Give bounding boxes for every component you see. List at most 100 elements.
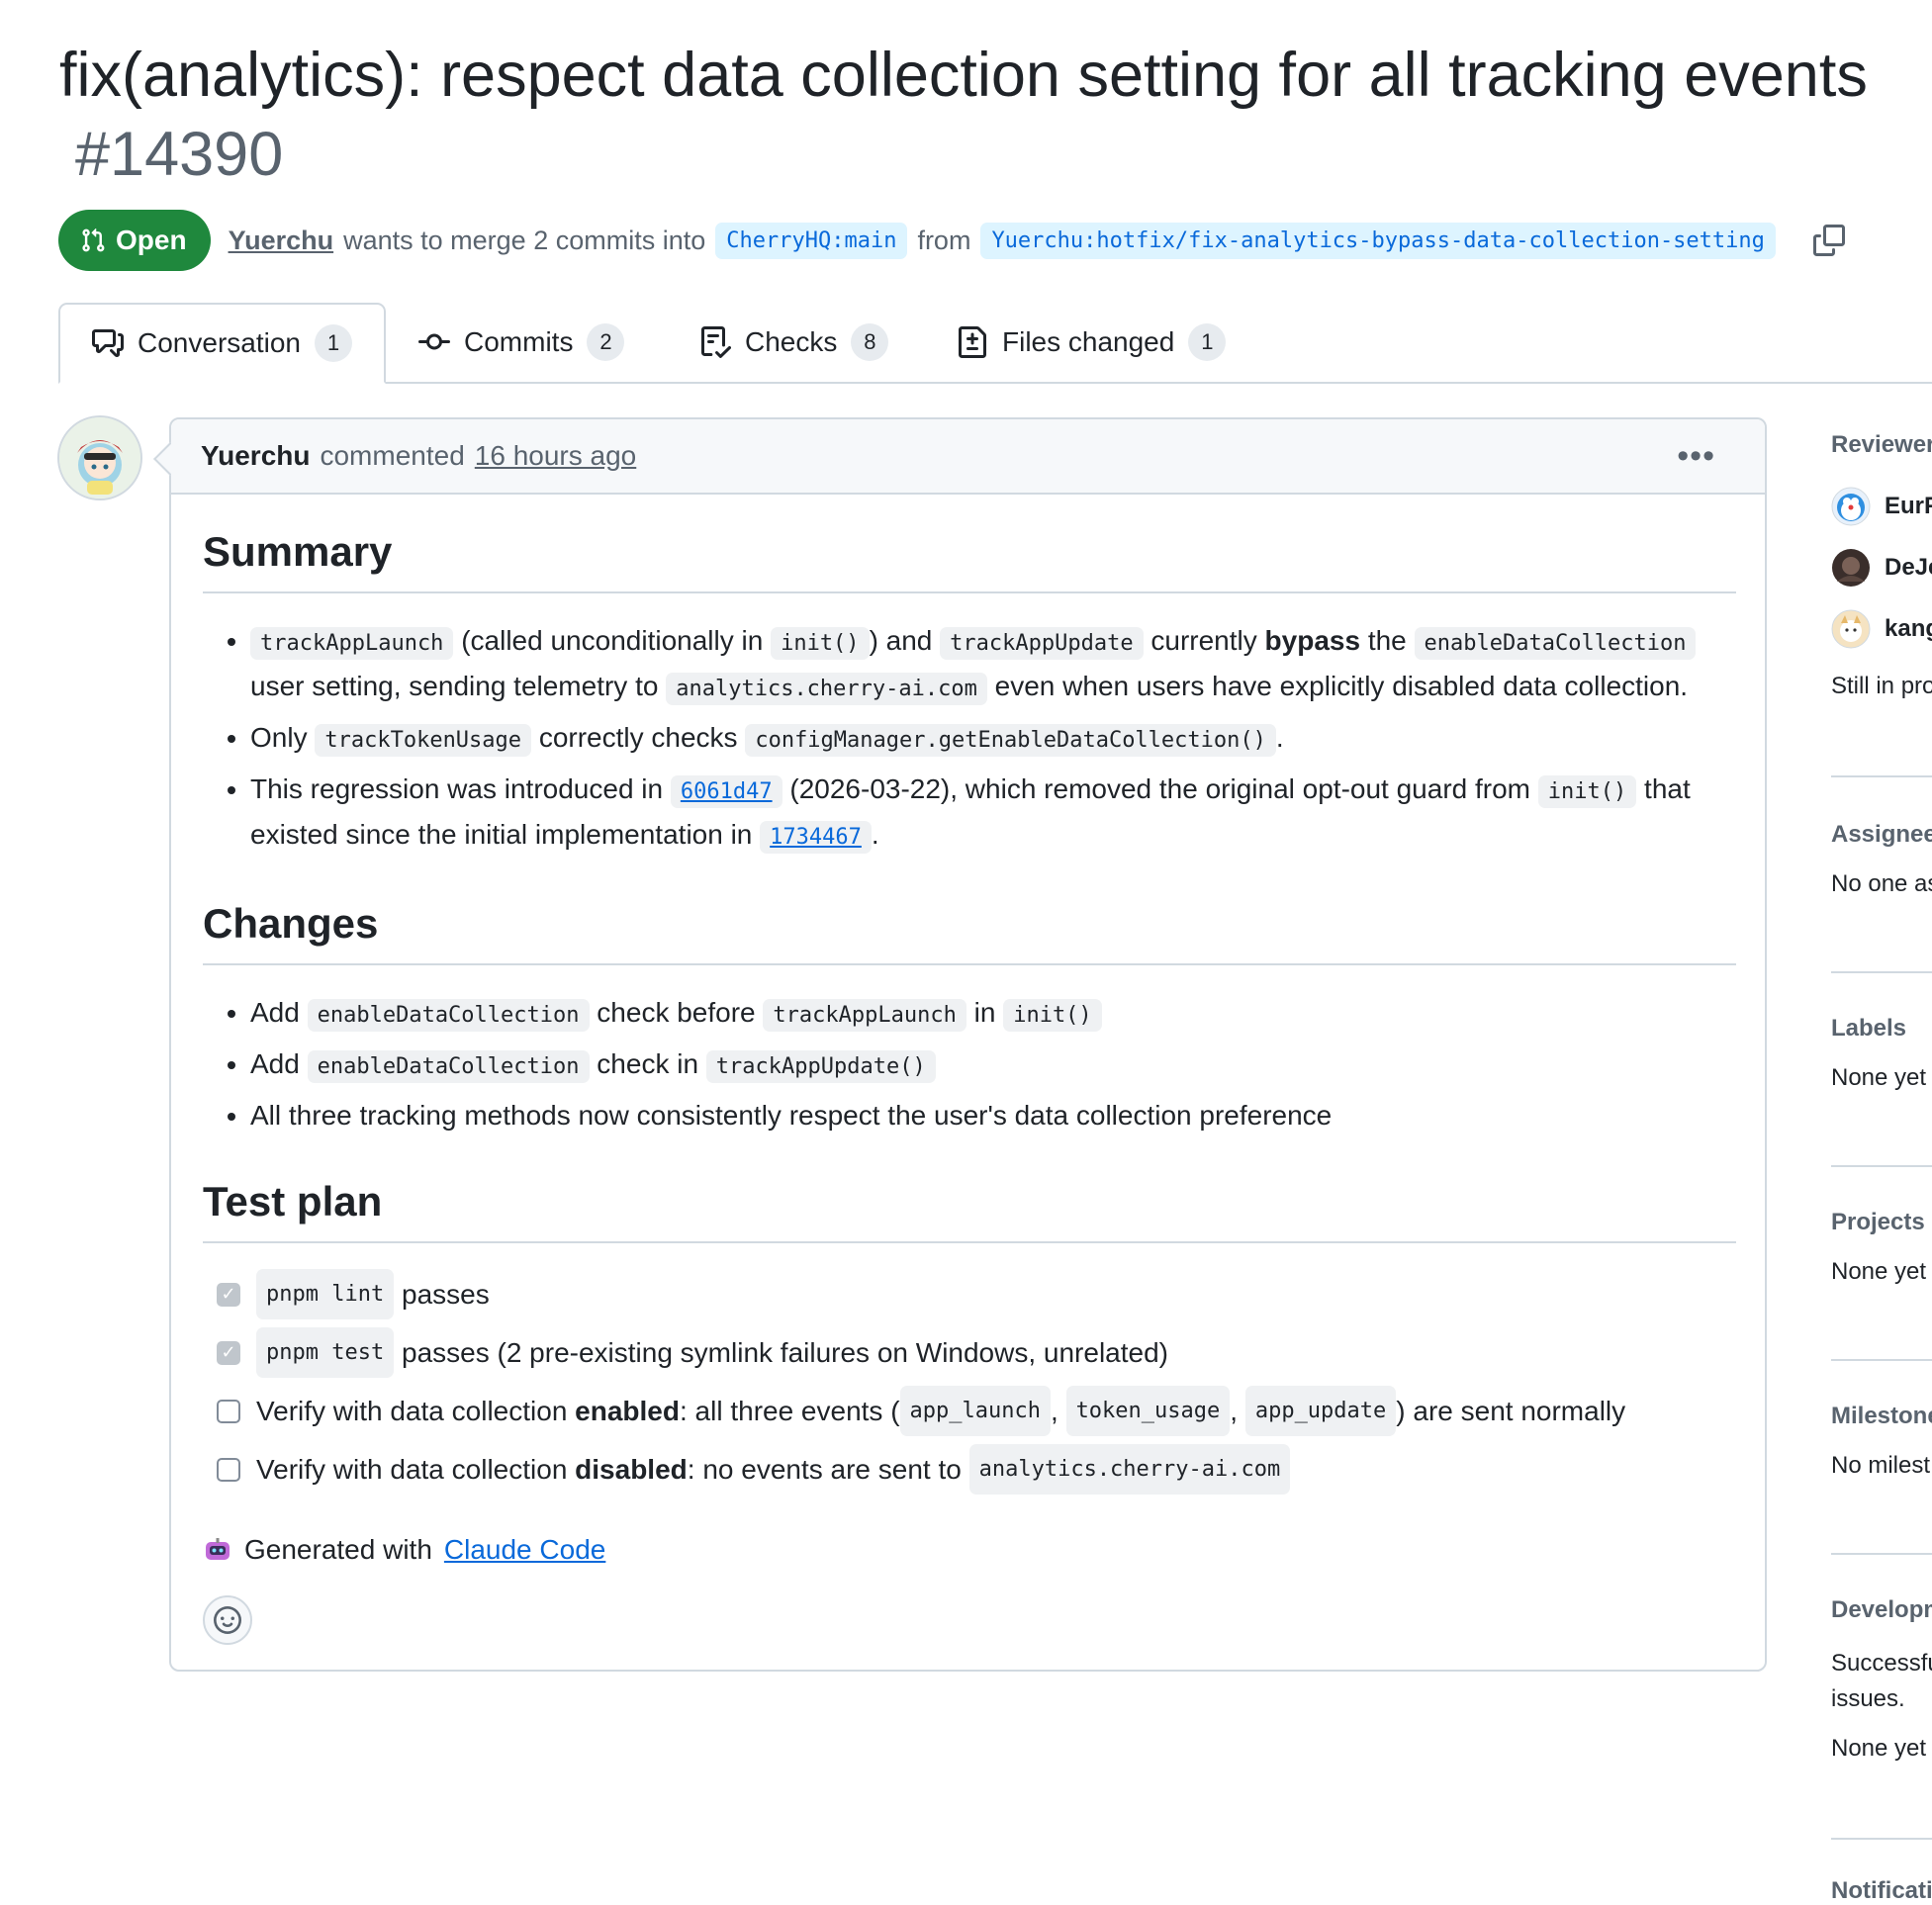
author-link[interactable]: Yuerchu xyxy=(229,226,334,256)
tab-label: Files changed xyxy=(1002,326,1175,357)
inline-code: init() xyxy=(1003,999,1102,1032)
inline-code: trackAppLaunch xyxy=(763,999,966,1032)
sidebar-milestone: Milestone No milest xyxy=(1831,1403,1932,1555)
reviewer-item[interactable]: DeJe xyxy=(1831,546,1932,590)
summary-list: trackAppLaunch (called unconditionally i… xyxy=(203,619,1736,859)
head-branch[interactable]: Yuerchu:hotfix/fix-analytics-bypass-data… xyxy=(980,222,1776,259)
base-branch[interactable]: CherryHQ:main xyxy=(715,222,908,259)
text: user setting, sending telemetry to xyxy=(250,671,659,701)
git-commit-icon xyxy=(418,333,450,350)
reviewer-name: DeJe xyxy=(1885,554,1932,581)
tab-conversation[interactable]: Conversation 1 xyxy=(58,303,386,384)
sidebar-heading[interactable]: Milestone xyxy=(1831,1403,1932,1430)
inline-code: analytics.cherry-ai.com xyxy=(968,1444,1291,1495)
copy-icon xyxy=(1812,225,1845,256)
inline-code: app_launch xyxy=(899,1386,1051,1436)
comment-timestamp[interactable]: 16 hours ago xyxy=(475,440,636,472)
sidebar-value: None yet xyxy=(1831,1735,1927,1762)
comment-author[interactable]: Yuerchu xyxy=(201,440,310,472)
commit-link[interactable]: 1734467 xyxy=(760,821,872,854)
inline-code: trackAppLaunch xyxy=(250,627,454,660)
sidebar-text: Successfu xyxy=(1831,1650,1932,1677)
list-item: Only trackTokenUsage correctly checks co… xyxy=(250,716,1736,762)
text: ) are sent normally xyxy=(1396,1396,1626,1426)
kebab-horizontal-icon[interactable]: ••• xyxy=(1677,437,1715,476)
commit-link[interactable]: 6061d47 xyxy=(670,775,782,808)
generated-with-line: Generated with Claude Code xyxy=(203,1534,1736,1566)
tab-label: Conversation xyxy=(138,327,301,358)
inline-code: init() xyxy=(771,627,870,660)
inline-code: configManager.getEnableDataCollection() xyxy=(745,724,1276,757)
robot-icon xyxy=(206,1538,230,1560)
sidebar-heading[interactable]: Developm xyxy=(1831,1596,1932,1624)
copy-branch-button[interactable] xyxy=(1812,225,1845,256)
sidebar-notifications: Notificati xyxy=(1831,1877,1932,1905)
text: ) and xyxy=(869,625,933,656)
text: All three tracking methods now consisten… xyxy=(250,1100,1333,1131)
task-checkbox[interactable]: ✓ xyxy=(217,1340,240,1365)
task-item: ✓ pnpm lint passes xyxy=(203,1269,1736,1319)
task-checkbox[interactable]: ✓ xyxy=(217,1282,240,1307)
text: . xyxy=(1275,722,1284,753)
pr-title: fix(analytics): respect data collection … xyxy=(59,36,1919,194)
bold-text: enabled xyxy=(575,1396,680,1426)
text: check in xyxy=(597,1048,699,1079)
avatar xyxy=(1831,609,1871,649)
text: (called unconditionally in xyxy=(461,625,764,656)
tab-files-changed[interactable]: Files changed 1 xyxy=(957,303,1227,382)
inline-code: init() xyxy=(1537,775,1637,808)
sidebar-text: issues. xyxy=(1831,1685,1905,1712)
inline-code: trackAppUpdate() xyxy=(705,1050,936,1083)
text: Verify with data collection xyxy=(256,1396,568,1426)
task-checkbox[interactable] xyxy=(217,1457,240,1482)
sidebar-development: Developm Successfu issues. None yet xyxy=(1831,1596,1932,1840)
task-item: ✓ pnpm test passes (2 pre-existing symli… xyxy=(203,1327,1736,1378)
text: . xyxy=(871,819,879,850)
reviewer-item[interactable]: kang xyxy=(1831,607,1932,651)
task-checkbox[interactable] xyxy=(217,1399,240,1423)
sidebar-heading[interactable]: Reviewers xyxy=(1831,431,1932,459)
avatar xyxy=(1831,487,1871,526)
text: Add xyxy=(250,1048,300,1079)
text: in xyxy=(973,997,996,1028)
tab-counter: 8 xyxy=(851,323,889,361)
text: , xyxy=(1230,1396,1239,1426)
text: Verify with data collection xyxy=(256,1454,568,1485)
inline-code: enableDataCollection xyxy=(1414,627,1697,660)
reviewer-item[interactable]: EurF xyxy=(1831,485,1932,528)
comment-body: Summary trackAppLaunch (called unconditi… xyxy=(203,493,1736,1645)
inline-code: enableDataCollection xyxy=(307,1050,590,1083)
list-item: All three tracking methods now consisten… xyxy=(250,1094,1736,1136)
sidebar-labels: Labels None yet xyxy=(1831,1015,1932,1167)
text: Only xyxy=(250,722,308,753)
inline-code: token_usage xyxy=(1065,1386,1231,1436)
inline-code: trackTokenUsage xyxy=(315,724,532,757)
task-item: Verify with data collection enabled: all… xyxy=(203,1386,1736,1436)
inline-code: trackAppUpdate xyxy=(940,627,1144,660)
section-heading: Changes xyxy=(203,896,1736,965)
tab-checks[interactable]: Checks 8 xyxy=(699,303,889,382)
text: (2026-03-22), which removed the original… xyxy=(789,773,1530,804)
sidebar-value: No milest xyxy=(1831,1452,1931,1479)
list-item: Add enableDataCollection check before tr… xyxy=(250,991,1736,1037)
bold-text: bypass xyxy=(1264,625,1361,656)
sidebar-heading[interactable]: Projects xyxy=(1831,1209,1932,1236)
tab-label: Commits xyxy=(464,326,574,357)
claude-code-link[interactable]: Claude Code xyxy=(444,1534,605,1566)
list-item: trackAppLaunch (called unconditionally i… xyxy=(250,619,1736,710)
section-heading: Test plan xyxy=(203,1174,1736,1243)
avatar[interactable] xyxy=(57,415,142,500)
pr-title-text: fix(analytics): respect data collection … xyxy=(59,41,1868,110)
sidebar-heading[interactable]: Assignees xyxy=(1831,821,1932,849)
comment-action: commented xyxy=(320,440,465,471)
changes-list: Add enableDataCollection check before tr… xyxy=(203,991,1736,1136)
add-reaction-button[interactable] xyxy=(203,1595,252,1645)
text: correctly checks xyxy=(538,722,738,753)
checklist-icon xyxy=(701,326,731,358)
sidebar-value: No one as xyxy=(1831,870,1932,897)
sidebar-heading[interactable]: Labels xyxy=(1831,1015,1932,1043)
reviewer-name: kang xyxy=(1885,615,1932,642)
tab-commits[interactable]: Commits 2 xyxy=(418,303,625,382)
avatar-image xyxy=(59,417,140,499)
merge-text: wants to merge 2 commits into xyxy=(343,225,706,255)
